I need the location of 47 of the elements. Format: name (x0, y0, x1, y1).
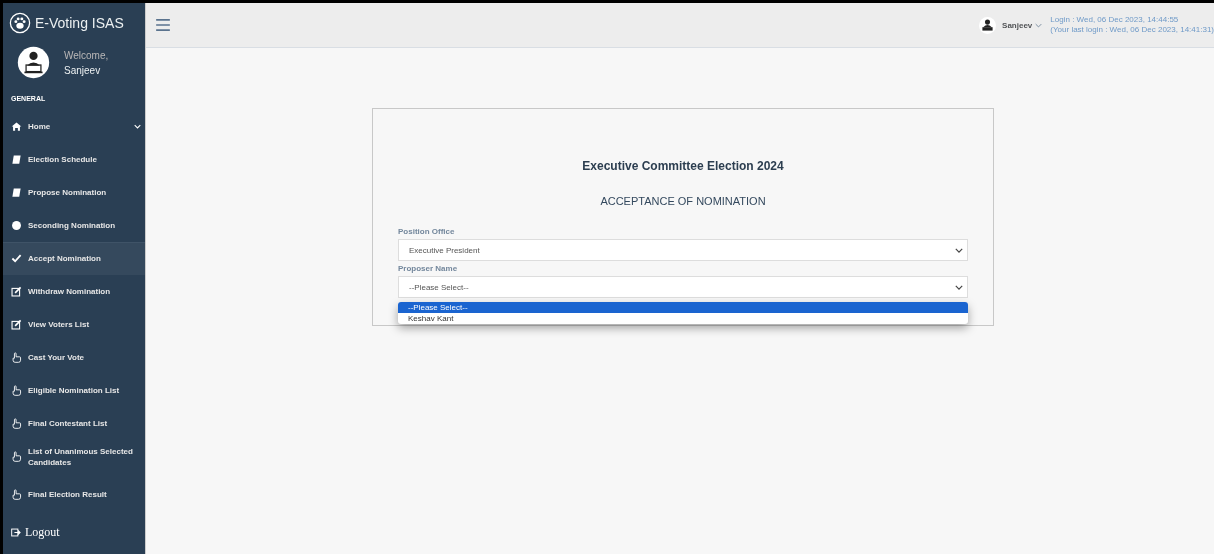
sidebar-item[interactable]: Withdraw Nomination (3, 275, 145, 308)
form-title: Executive Committee Election 2024 (581, 159, 785, 173)
sidebar-item[interactable]: Home (3, 110, 145, 143)
last-login-time: (Your last login : Wed, 06 Dec 2023, 14:41:31) (1050, 25, 1214, 35)
edit-icon (11, 286, 22, 297)
field-label: Position Office (398, 227, 456, 236)
hand-icon (11, 488, 22, 500)
login-time: Login : Wed, 06 Dec 2023, 14:44:55 (1050, 15, 1180, 25)
sidebar-item[interactable]: Cast Your Vote (3, 341, 145, 374)
sidebar-item[interactable]: Final Contestant List (3, 407, 145, 440)
house-icon (11, 121, 22, 132)
caret-icon (955, 247, 963, 253)
user-avatar-icon (979, 16, 997, 34)
select-field[interactable]: Executive President (398, 239, 968, 261)
check-icon (11, 253, 22, 264)
caret-icon (1035, 22, 1043, 28)
book-icon (11, 187, 22, 198)
form-subtitle: ACCEPTANCE OF NOMINATION (599, 195, 767, 207)
sidebar-item[interactable]: Election Schedule (3, 143, 145, 176)
paw-icon (9, 12, 31, 34)
caret-icon (955, 284, 963, 290)
sidebar-item[interactable]: Final Election Result (3, 473, 145, 515)
sidebar-item[interactable]: Propose Nomination (3, 176, 145, 209)
sidebar-item[interactable]: Accept Nomination (3, 242, 145, 275)
avatar-icon (17, 46, 50, 79)
field-label: Proposer Name (398, 264, 459, 273)
sign-out-icon (11, 527, 22, 538)
user-name: Sanjeev (64, 63, 102, 78)
sidebar-item[interactable]: Seconding Nomination (3, 209, 145, 242)
book-icon (11, 154, 22, 165)
circle-icon (11, 220, 22, 231)
hand-icon (11, 418, 22, 429)
edit-icon (11, 319, 22, 330)
sidebar-item[interactable]: List of Unanimous Selected Candidates (3, 440, 145, 473)
hand-icon (11, 451, 22, 462)
dropdown-option[interactable]: Keshav Kant (398, 313, 968, 324)
welcome-text: Welcome, (64, 48, 109, 63)
select-field[interactable]: --Please Select-- (398, 276, 968, 298)
hand-icon (11, 352, 22, 363)
sidebar-item[interactable]: View Voters List (3, 308, 145, 341)
user-menu-button[interactable]: Sanjeev (1002, 20, 1043, 30)
dropdown-option[interactable]: --Please Select-- (398, 302, 968, 313)
sidebar-item[interactable]: Eligible Nomination List (3, 374, 145, 407)
brand-title[interactable]: E-Voting ISAS (3, 3, 145, 46)
hand-icon (11, 385, 22, 396)
logout-link[interactable]: Logout (3, 515, 145, 550)
menu-button[interactable] (154, 17, 172, 33)
